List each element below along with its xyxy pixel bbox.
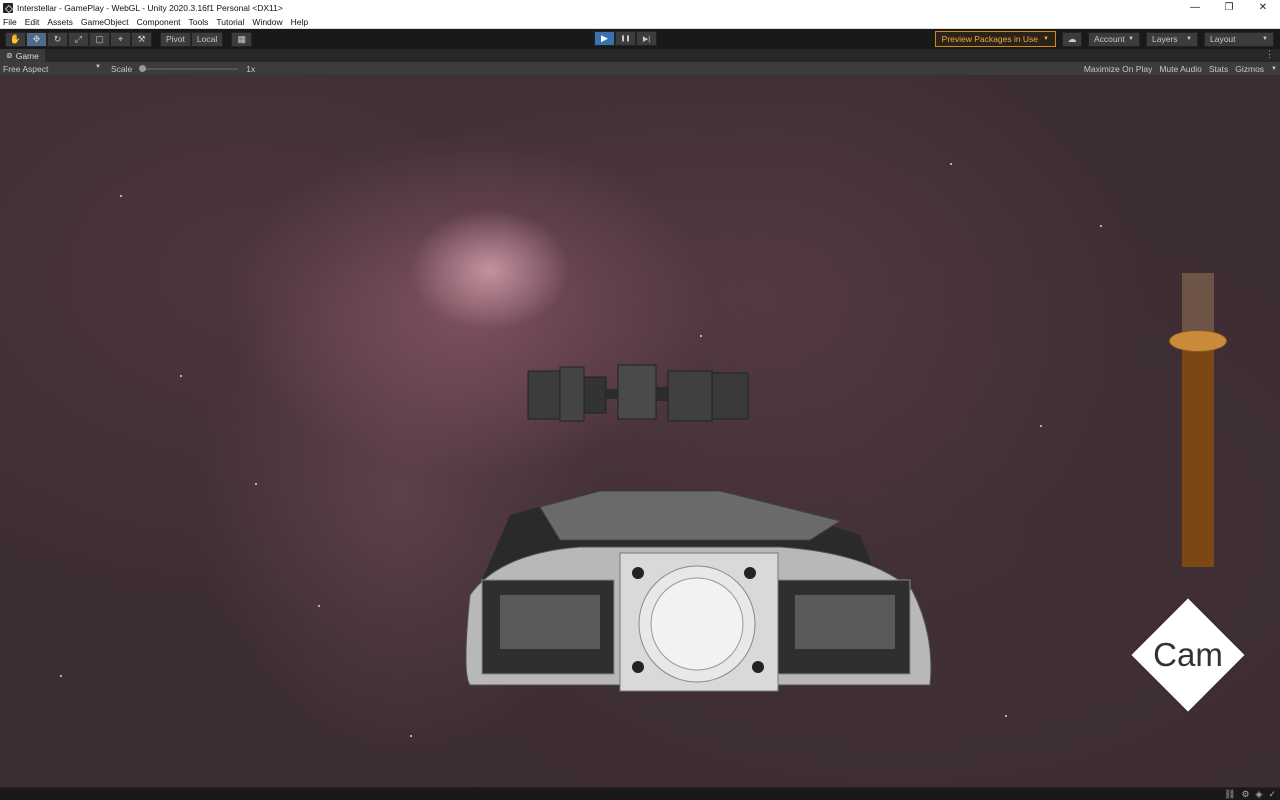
- game-viewport[interactable]: Cam: [0, 75, 1280, 787]
- pivot-toggle[interactable]: Pivot: [160, 31, 191, 47]
- scale-label: Scale: [111, 63, 133, 74]
- transform-tool-icon[interactable]: ⌖: [110, 31, 131, 47]
- window-controls: — ❐ ✕: [1178, 0, 1280, 15]
- transform-tools: ✋ ✥ ↻ ⤢ ▢ ⌖ ⚒: [5, 31, 152, 47]
- account-label: Account: [1094, 34, 1125, 44]
- menu-window[interactable]: Window: [252, 17, 282, 27]
- preview-packages-label: Preview Packages in Use: [941, 34, 1039, 44]
- menu-component[interactable]: Component: [137, 17, 181, 27]
- hand-tool-icon[interactable]: ✋: [5, 31, 26, 47]
- scale-slider[interactable]: [139, 64, 239, 72]
- aspect-label: Free Aspect: [3, 63, 49, 74]
- stats-toggle[interactable]: Stats: [1209, 64, 1228, 74]
- toolbar-right: Preview Packages in Use ▼ ☁ Account ▼ La…: [934, 31, 1274, 47]
- chevron-down-icon: ▼: [1271, 65, 1277, 72]
- more-options-icon[interactable]: ⋮: [1265, 49, 1274, 60]
- chevron-down-icon: ▼: [1043, 36, 1049, 42]
- chevron-down-icon: ▼: [95, 63, 101, 70]
- chevron-down-icon: ▼: [1262, 36, 1268, 42]
- close-button[interactable]: ✕: [1246, 0, 1280, 15]
- grid-snap-icon[interactable]: ▦: [231, 31, 253, 47]
- layers-label: Layers: [1152, 34, 1178, 44]
- account-dropdown[interactable]: Account ▼: [1088, 31, 1140, 47]
- window-title: Interstellar - GamePlay - WebGL - Unity …: [17, 2, 283, 13]
- aspect-dropdown[interactable]: Free Aspect ▼: [0, 64, 105, 74]
- play-controls: ▶ ❚❚ ▶|: [594, 31, 657, 46]
- game-tab-strip: ⊚ Game ⋮: [0, 49, 1280, 62]
- throttle-fill: [1182, 341, 1214, 567]
- throttle-handle[interactable]: [1169, 330, 1227, 352]
- status-bar: ⛓ ⚙ ◈ ✓: [0, 787, 1280, 800]
- menu-bar: File Edit Assets GameObject Component To…: [0, 15, 1280, 29]
- chevron-down-icon: ▼: [1128, 36, 1134, 42]
- menu-tools[interactable]: Tools: [189, 17, 209, 27]
- status-check-icon[interactable]: ✓: [1268, 789, 1276, 800]
- menu-gameobject[interactable]: GameObject: [81, 17, 129, 27]
- maximize-on-play-toggle[interactable]: Maximize On Play: [1084, 64, 1153, 74]
- tab-game[interactable]: ⊚ Game: [0, 49, 45, 62]
- game-scene: [465, 364, 932, 692]
- title-bar: Interstellar - GamePlay - WebGL - Unity …: [0, 0, 1280, 15]
- menu-file[interactable]: File: [3, 17, 17, 27]
- move-tool-icon[interactable]: ✥: [26, 31, 47, 47]
- game-view-toolbar: Free Aspect ▼ Scale 1x Maximize On Play …: [0, 62, 1280, 75]
- play-button[interactable]: ▶: [594, 31, 615, 46]
- network-icon[interactable]: ⛓: [1224, 789, 1235, 800]
- cam-button-label: Cam: [1153, 636, 1223, 673]
- rotate-tool-icon[interactable]: ↻: [47, 31, 68, 47]
- menu-tutorial[interactable]: Tutorial: [216, 17, 244, 27]
- layers-dropdown[interactable]: Layers ▼: [1146, 31, 1198, 47]
- cloud-icon[interactable]: ☁: [1062, 31, 1082, 47]
- menu-assets[interactable]: Assets: [47, 17, 73, 27]
- menu-edit[interactable]: Edit: [25, 17, 40, 27]
- status-icons: ⛓ ⚙ ◈ ✓: [1224, 789, 1276, 800]
- scale-slider-handle[interactable]: [139, 64, 147, 72]
- bug-icon[interactable]: ⚙: [1241, 789, 1249, 800]
- tab-game-label: Game: [15, 50, 39, 61]
- spaceship: [465, 490, 932, 692]
- rect-tool-icon[interactable]: ▢: [89, 31, 110, 47]
- pivot-group: Pivot Local: [160, 31, 224, 47]
- step-button[interactable]: ▶|: [636, 31, 657, 46]
- game-view-options: Maximize On Play Mute Audio Stats Gizmos…: [1084, 62, 1277, 75]
- layout-label: Layout: [1210, 34, 1236, 44]
- gizmos-dropdown[interactable]: Gizmos: [1235, 64, 1264, 74]
- unity-logo-icon: [3, 2, 13, 13]
- scale-tool-icon[interactable]: ⤢: [68, 31, 89, 47]
- mute-audio-toggle[interactable]: Mute Audio: [1159, 64, 1202, 74]
- restore-button[interactable]: ❐: [1212, 0, 1246, 15]
- settings-icon[interactable]: ◈: [1256, 789, 1263, 800]
- space-station: [527, 364, 749, 422]
- layout-dropdown[interactable]: Layout ▼: [1204, 31, 1274, 47]
- menu-help[interactable]: Help: [291, 17, 308, 27]
- throttle-slider[interactable]: [1169, 273, 1227, 567]
- custom-tool-icon[interactable]: ⚒: [131, 31, 152, 47]
- grid-group: ▦: [231, 31, 253, 47]
- minimize-button[interactable]: —: [1178, 0, 1212, 15]
- pause-button[interactable]: ❚❚: [615, 31, 636, 46]
- preview-packages-dropdown[interactable]: Preview Packages in Use ▼: [934, 31, 1056, 47]
- gamepad-icon: ⊚: [6, 51, 13, 60]
- scale-value: 1x: [246, 63, 256, 74]
- chevron-down-icon: ▼: [1186, 36, 1192, 42]
- local-toggle[interactable]: Local: [190, 31, 224, 47]
